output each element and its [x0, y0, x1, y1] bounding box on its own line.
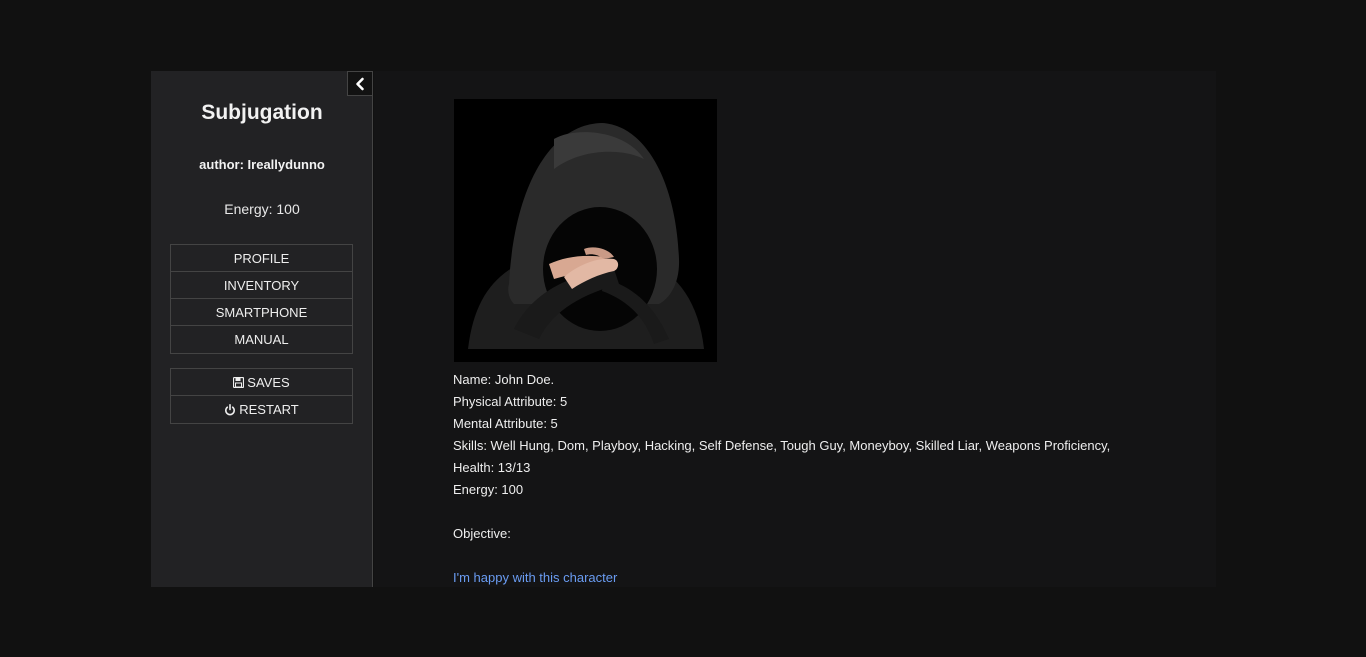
saves-button[interactable]: SAVES — [171, 369, 352, 396]
hooded-figure-image — [454, 99, 717, 362]
confirm-character-link[interactable]: I'm happy with this character — [453, 570, 617, 585]
profile-button[interactable]: PROFILE — [171, 245, 352, 272]
stat-skills: Skills: Well Hung, Dom, Playboy, Hacking… — [453, 438, 1111, 453]
inventory-button[interactable]: INVENTORY — [171, 272, 352, 299]
restart-button[interactable]: RESTART — [171, 396, 352, 423]
stat-physical: Physical Attribute: 5 — [453, 394, 568, 409]
smartphone-button[interactable]: SMARTPHONE — [171, 299, 352, 326]
saves-label: SAVES — [247, 374, 290, 390]
sidebar-energy: Energy: 100 — [224, 201, 300, 217]
game-title: Subjugation — [201, 101, 323, 124]
floppy-disk-icon — [233, 376, 245, 388]
power-icon — [224, 403, 236, 416]
sidebar-toggle-button[interactable] — [347, 71, 373, 96]
manual-button[interactable]: MANUAL — [171, 326, 352, 353]
author-label: author: Ireallydunno — [199, 157, 325, 172]
character-portrait — [454, 99, 717, 362]
sidebar: Subjugation author: Ireallydunno Energy:… — [151, 71, 373, 587]
stat-health: Health: 13/13 — [453, 460, 531, 475]
stat-mental: Mental Attribute: 5 — [453, 416, 558, 431]
chevron-left-icon — [354, 77, 366, 91]
restart-label: RESTART — [239, 402, 299, 417]
character-stats: Name: John Doe. Physical Attribute: 5 Me… — [453, 371, 1193, 591]
stat-energy: Energy: 100 — [453, 482, 524, 497]
main-menu: PROFILE INVENTORY SMARTPHONE MANUAL — [170, 244, 353, 354]
objective-label: Objective: — [453, 526, 511, 541]
stat-name: Name: John Doe. — [453, 372, 555, 387]
system-menu: SAVES RESTART — [170, 368, 353, 424]
main-panel: Name: John Doe. Physical Attribute: 5 Me… — [374, 71, 1216, 587]
